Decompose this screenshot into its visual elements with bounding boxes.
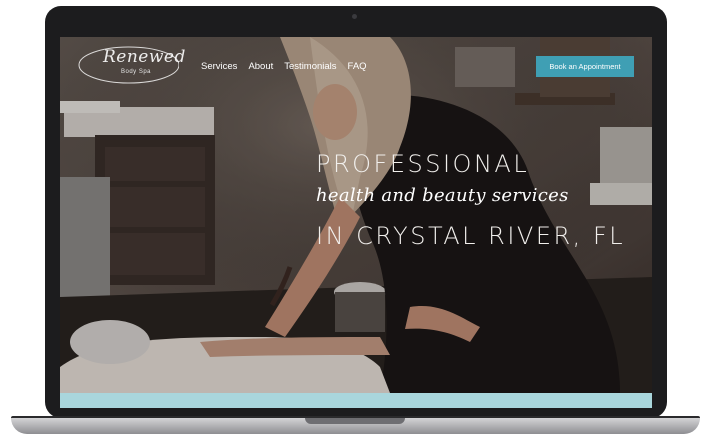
camera-icon: [352, 14, 357, 19]
nav-item-faq[interactable]: FAQ: [348, 61, 367, 72]
hero-photo: [60, 37, 652, 393]
hero-line-2: health and beauty services: [316, 185, 569, 206]
nav-item-services[interactable]: Services: [201, 61, 237, 72]
accent-strip: [60, 393, 652, 408]
laptop-notch: [305, 418, 405, 424]
hero-line-3: IN CRYSTAL RIVER, FL: [316, 222, 626, 250]
laptop-mockup: Renewed Body Spa Services About Testimon…: [0, 0, 711, 446]
website-screen: Renewed Body Spa Services About Testimon…: [60, 37, 652, 408]
nav-item-about[interactable]: About: [248, 61, 273, 72]
book-appointment-button[interactable]: Book an Appointment: [536, 56, 634, 77]
site-logo[interactable]: Renewed Body Spa: [73, 43, 185, 87]
nav-item-testimonials[interactable]: Testimonials: [284, 61, 336, 72]
hero-line-1: PROFESSIONAL: [316, 150, 530, 178]
logo-script-text: Renewed: [103, 47, 186, 67]
main-nav: Services About Testimonials FAQ: [201, 61, 367, 72]
logo-sub-text: Body Spa: [121, 69, 152, 75]
